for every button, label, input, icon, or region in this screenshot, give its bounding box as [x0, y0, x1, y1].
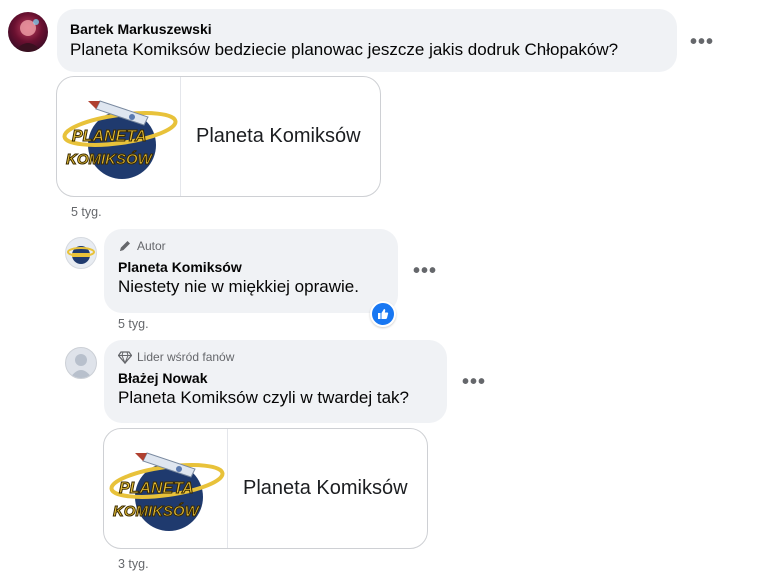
link-preview-title: Planeta Komiksów [196, 125, 361, 147]
planeta-komiksow-logo [104, 429, 228, 548]
diamond-icon [118, 350, 132, 364]
avatar[interactable] [65, 347, 97, 379]
top-fan-badge: Lider wśród fanów [118, 350, 433, 364]
comment-bubble: Lider wśród fanów Błażej Nowak Planeta K… [104, 340, 447, 423]
comment-timestamp[interactable]: 5 tyg. [71, 205, 102, 219]
avatar-image [14, 19, 42, 52]
badge-label: Lider wśród fanów [137, 350, 235, 364]
comment-timestamp[interactable]: 5 tyg. [118, 317, 149, 331]
like-reaction-badge[interactable] [370, 301, 396, 327]
comment-author[interactable]: Bartek Markuszewski [70, 21, 664, 37]
comment-bubble: Bartek Markuszewski Planeta Komiksów bed… [57, 9, 677, 72]
link-preview-title: Planeta Komiksów [243, 477, 408, 499]
comment-text: Planeta Komiksów bedziecie planowac jesz… [70, 40, 619, 59]
more-options-button[interactable]: ••• [690, 32, 714, 52]
comment-text: Planeta Komiksów czyli w twardej tak? [118, 388, 410, 407]
planeta-komiksow-avatar-logo [67, 246, 95, 264]
more-options-button[interactable]: ••• [413, 261, 437, 281]
avatar[interactable] [65, 237, 97, 269]
pencil-icon [120, 241, 130, 251]
comment-author[interactable]: Planeta Komiksów [118, 259, 384, 275]
more-options-button[interactable]: ••• [462, 372, 486, 392]
thumbs-up-icon [378, 309, 389, 319]
badge-label: Autor [137, 239, 166, 253]
author-badge: Autor [118, 239, 384, 253]
planeta-komiksow-logo [57, 77, 181, 196]
link-preview-card[interactable]: Planeta Komiksów [56, 76, 381, 197]
avatar[interactable] [8, 12, 48, 52]
comment-bubble: Autor Planeta Komiksów Niestety nie w mi… [104, 229, 398, 313]
comment-author[interactable]: Błażej Nowak [118, 370, 433, 386]
comment-text: Niestety nie w miękkiej oprawie. [118, 277, 359, 296]
default-user-icon [70, 354, 92, 378]
link-preview-card[interactable]: Planeta Komiksów [103, 428, 428, 549]
comment-timestamp[interactable]: 3 tyg. [118, 557, 149, 571]
